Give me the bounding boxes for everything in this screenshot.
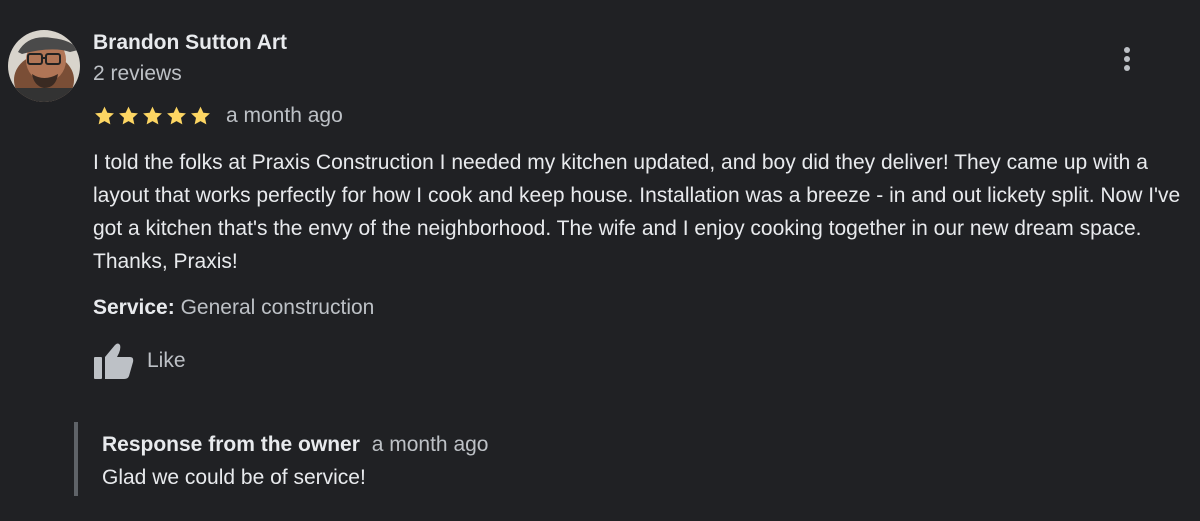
service-label: Service:	[93, 296, 175, 319]
star-icon	[167, 106, 186, 125]
owner-response-text: Glad we could be of service!	[102, 466, 366, 489]
more-vert-icon	[1124, 47, 1130, 71]
star-rating	[93, 105, 212, 127]
owner-response-header: Response from the owner a month ago	[102, 433, 489, 457]
review-text: I told the folks at Praxis Construction …	[93, 151, 1181, 273]
star-icon	[119, 106, 138, 125]
rating-row: a month ago	[93, 102, 343, 130]
star-icon	[143, 106, 162, 125]
service-line: Service: General construction	[93, 296, 374, 320]
star-icon	[191, 106, 210, 125]
review-count[interactable]: 2 reviews	[93, 62, 182, 86]
owner-response-date: a month ago	[371, 433, 489, 456]
service-value: General construction	[180, 296, 375, 319]
star-icon	[95, 106, 114, 125]
owner-response: Response from the owner a month ago Glad…	[74, 422, 1102, 496]
more-options-button[interactable]	[1110, 42, 1144, 76]
owner-response-title: Response from the owner	[102, 433, 360, 456]
like-label: Like	[147, 349, 186, 372]
avatar[interactable]	[8, 30, 80, 102]
review-date: a month ago	[226, 104, 343, 127]
author-name[interactable]: Brandon Sutton Art	[93, 31, 287, 55]
thumbs-up-icon	[94, 343, 134, 379]
avatar-image	[8, 30, 80, 102]
like-button[interactable]: Like	[93, 342, 186, 380]
